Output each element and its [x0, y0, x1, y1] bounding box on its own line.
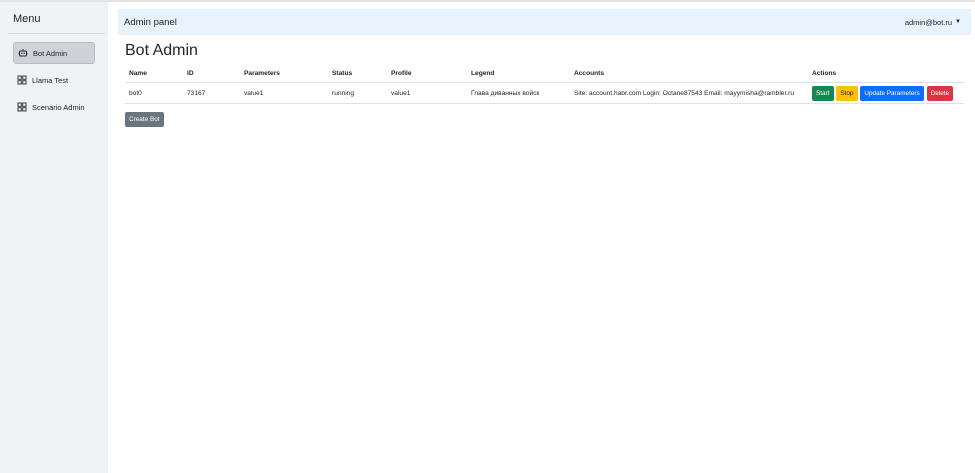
cell-parameters: value1	[240, 82, 328, 104]
page-title: Bot Admin	[125, 42, 198, 59]
cell-status: running	[328, 82, 387, 104]
column-header-status: Status	[328, 65, 387, 83]
update-parameters-button[interactable]: Update Parameters	[860, 85, 924, 101]
user-email: admin@bot.ru	[904, 17, 953, 27]
sidebar-item-llama-test[interactable]: Llama Test	[13, 69, 95, 91]
cell-profile: value1	[387, 82, 467, 104]
robot-icon	[18, 48, 28, 58]
table-row: bot0 73167 value1 running value1 Глава д…	[125, 82, 964, 104]
cell-actions: Start Stop Update Parameters Delete	[808, 82, 964, 104]
column-header-legend: Legend	[467, 65, 570, 83]
main-content: Admin panel admin@bot.ru ▼ Bot Admin Nam…	[108, 2, 975, 473]
caret-down-icon: ▼	[955, 19, 961, 25]
table-header-row: Name ID Parameters Status Profile Legend…	[125, 65, 964, 83]
start-button[interactable]: Start	[812, 85, 834, 101]
sidebar-item-scenario-admin[interactable]: Scenario Admin	[13, 96, 95, 118]
create-bot-button[interactable]: Create Bot	[125, 112, 164, 127]
stop-button[interactable]: Stop	[836, 85, 858, 101]
cell-id: 73167	[183, 82, 240, 104]
menu-divider	[8, 33, 105, 34]
sidebar-item-label: Scenario Admin	[32, 102, 85, 112]
cell-legend: Глава диванных войск	[467, 82, 570, 104]
column-header-parameters: Parameters	[240, 65, 328, 83]
cell-accounts: Site: account.habr.com Login: Octane8754…	[570, 82, 808, 104]
column-header-accounts: Accounts	[570, 65, 808, 83]
column-header-name: Name	[125, 65, 183, 83]
column-header-actions: Actions	[808, 65, 964, 83]
column-header-profile: Profile	[387, 65, 467, 83]
sidebar-item-label: Llama Test	[32, 75, 69, 85]
grid-icon	[17, 75, 27, 85]
column-header-id: ID	[183, 65, 240, 83]
bots-table: Name ID Parameters Status Profile Legend…	[125, 65, 964, 104]
sidebar-item-label: Bot Admin	[33, 48, 68, 58]
cell-name: bot0	[125, 82, 183, 104]
navbar: Admin panel admin@bot.ru ▼	[118, 9, 971, 35]
sidebar-item-bot-admin[interactable]: Bot Admin	[13, 42, 95, 64]
navbar-brand[interactable]: Admin panel	[124, 17, 177, 28]
grid-icon	[17, 102, 27, 112]
menu-title: Menu	[13, 13, 41, 25]
user-dropdown[interactable]: admin@bot.ru ▼	[905, 18, 961, 27]
delete-button[interactable]: Delete	[926, 85, 954, 101]
sidebar: Menu Bot Admin Llama Test Scenario Admin	[0, 2, 108, 473]
